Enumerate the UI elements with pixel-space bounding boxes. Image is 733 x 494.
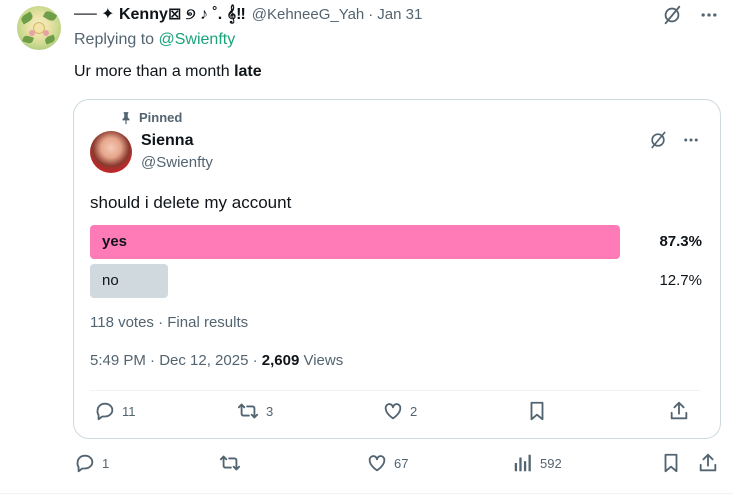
bookmark-button[interactable] — [660, 452, 682, 474]
quote-display-name[interactable]: Sienna — [141, 132, 193, 150]
repost-icon — [218, 452, 242, 474]
replying-prefix: Replying to — [74, 31, 159, 48]
user-handle[interactable]: @KehneeG_Yah — [252, 6, 365, 23]
quote-reply-button[interactable]: 11 — [94, 400, 136, 422]
grok-icon[interactable] — [648, 130, 668, 150]
views-button[interactable]: 592 — [512, 452, 562, 474]
grok-icon[interactable] — [661, 4, 683, 26]
repost-count: 3 — [266, 403, 274, 419]
like-button[interactable]: 67 — [366, 452, 408, 474]
reply-icon — [94, 400, 116, 422]
poll-option-yes: yes 87.3% — [90, 225, 702, 259]
poll-option-percent: 87.3% — [659, 233, 702, 250]
poll-meta: 118 votes · Final results — [90, 314, 249, 331]
quote-avatar[interactable] — [90, 131, 132, 173]
separator: · — [368, 5, 374, 23]
like-count: 2 — [410, 403, 418, 419]
more-icon[interactable] — [699, 5, 719, 25]
like-icon — [382, 400, 404, 422]
quote-timestamp: 5:49 PM · Dec 12, 2025 · 2,609 Views — [90, 352, 343, 369]
pinned-text: Pinned — [139, 110, 183, 125]
bookmark-icon — [526, 400, 548, 422]
display-name[interactable]: ── ✦ Kenny⊠ ୭ ♪ ˚. 𝄞‼ — [74, 4, 246, 24]
divider — [90, 390, 700, 391]
reply-action-bar: 1 67 592 — [0, 452, 733, 482]
quote-text: should i delete my account — [90, 193, 292, 212]
reply-button[interactable]: 1 — [74, 452, 109, 474]
quote-like-button[interactable]: 2 — [382, 400, 417, 422]
views-count: 2,609 — [261, 352, 300, 369]
poll-option-percent: 12.7% — [659, 272, 702, 289]
poll-option-label: no — [102, 272, 119, 289]
pinned-label: Pinned — [119, 110, 182, 125]
quote-share-button[interactable] — [668, 400, 690, 422]
reply-top-icons — [661, 4, 719, 26]
quote-repost-button[interactable]: 3 — [236, 400, 273, 422]
tweet-text-bold: late — [234, 63, 262, 80]
replying-mention[interactable]: @Swienfty — [159, 31, 236, 48]
views-label: Views — [299, 352, 344, 369]
poll-option-no: no 12.7% — [90, 264, 702, 298]
repost-icon — [236, 400, 260, 422]
post-date[interactable]: Jan 31 — [377, 6, 422, 23]
reply-count: 11 — [122, 403, 136, 419]
quote-time[interactable]: 5:49 PM · Dec 12, 2025 · — [90, 352, 262, 369]
more-icon[interactable] — [682, 131, 700, 149]
quoted-tweet[interactable]: Pinned Sienna @Swienfty should i delete … — [73, 99, 721, 439]
reply-count: 1 — [102, 455, 110, 471]
bookmark-icon — [660, 452, 682, 474]
quote-handle[interactable]: @Swienfty — [141, 154, 213, 171]
views-icon — [512, 452, 534, 474]
share-icon — [697, 452, 719, 474]
poll-option-label: yes — [102, 233, 128, 250]
like-count: 67 — [394, 455, 409, 471]
like-icon — [366, 452, 388, 474]
tweet-text-plain: Ur more than a month — [74, 63, 235, 80]
avatar[interactable] — [17, 6, 61, 50]
tweet-text: Ur more than a month late — [74, 63, 262, 81]
views-count: 592 — [540, 455, 562, 471]
share-button[interactable] — [697, 452, 719, 474]
reply-header: ── ✦ Kenny⊠ ୭ ♪ ˚. 𝄞‼ @KehneeG_Yah · Jan… — [74, 4, 422, 24]
replying-to: Replying to @Swienfty — [74, 31, 235, 49]
poll-bar — [90, 225, 620, 259]
quote-bookmark-button[interactable] — [526, 400, 548, 422]
repost-button[interactable] — [218, 452, 248, 474]
quote-top-icons — [648, 130, 700, 150]
quote-action-bar: 11 3 2 — [74, 400, 720, 430]
share-icon — [668, 400, 690, 422]
reply-icon — [74, 452, 96, 474]
pin-icon — [119, 111, 133, 125]
